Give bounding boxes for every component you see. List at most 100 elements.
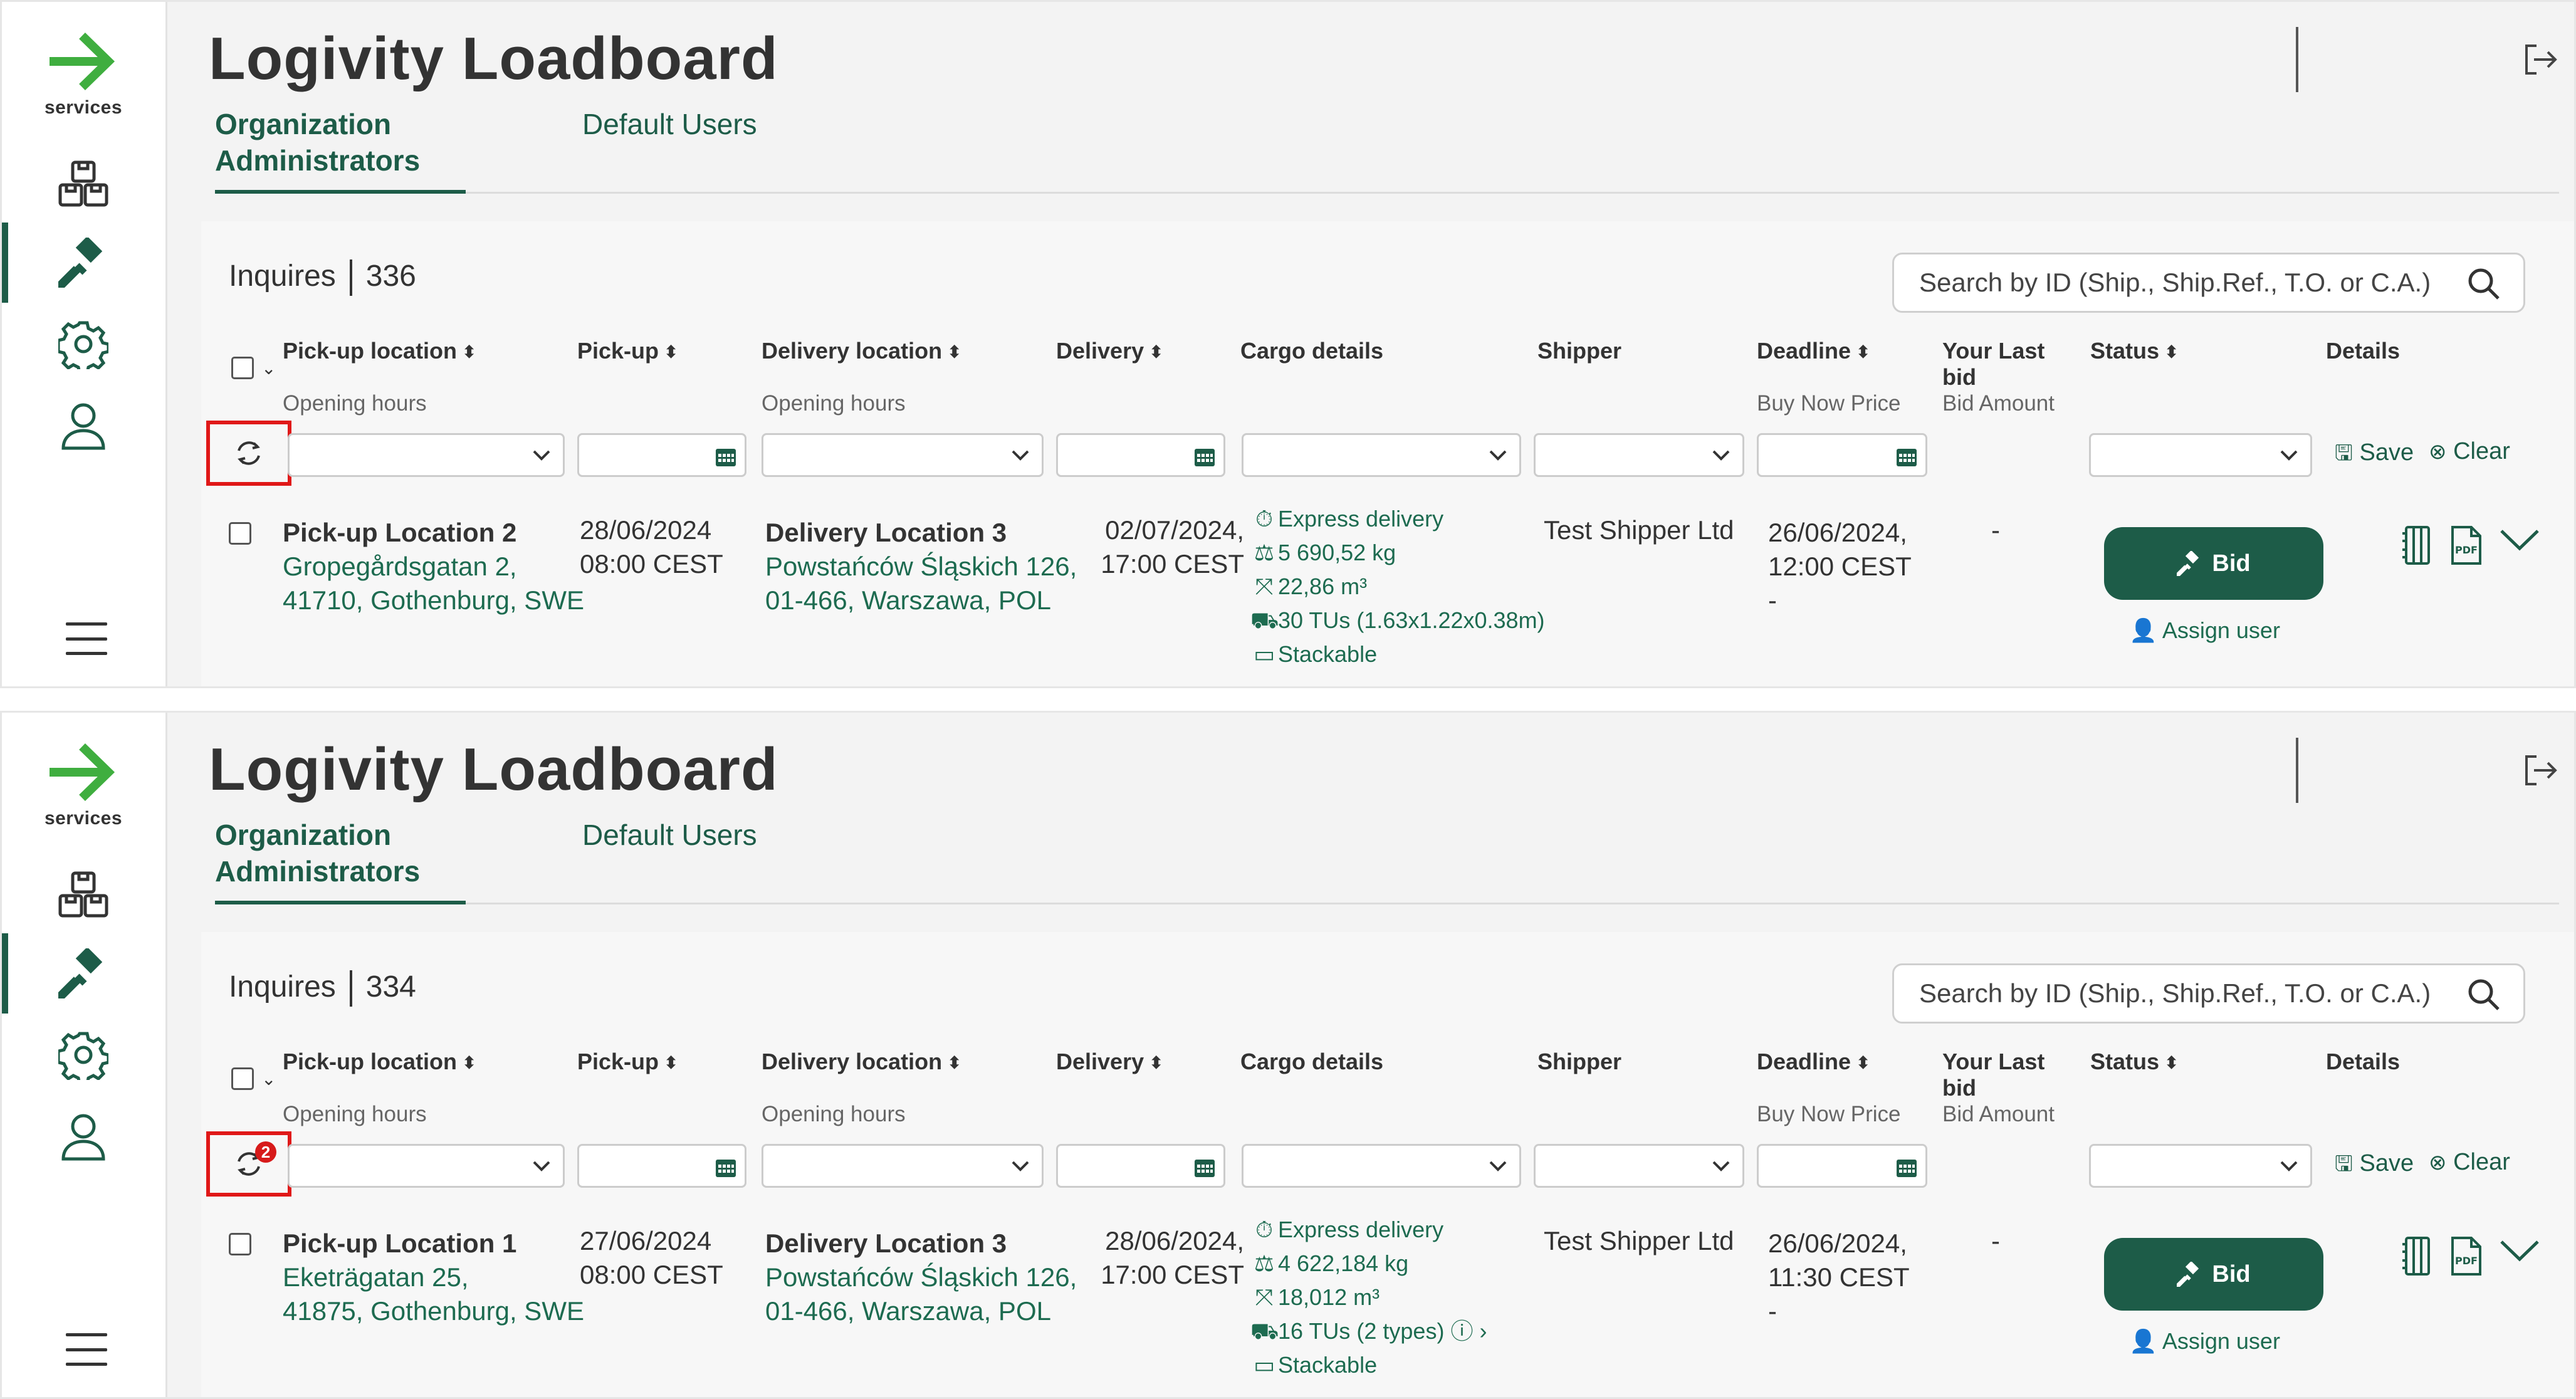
shipper-filter[interactable]	[1534, 1144, 1744, 1188]
sort-icon: ⬍	[462, 342, 477, 362]
tab-default-users[interactable]: Default Users	[582, 817, 757, 853]
tab-organization-administrators[interactable]: Organization Administrators	[215, 817, 466, 904]
boxes-icon[interactable]	[51, 862, 116, 927]
tab-default-users[interactable]: Default Users	[582, 106, 757, 142]
cargo-tus: ⛟30 TUs (1.63x1.22x0.38m)	[1250, 604, 1545, 637]
clear-filter-button[interactable]: ⊗ Clear	[2429, 1149, 2510, 1176]
sub-buy-now-price: Buy Now Price	[1757, 391, 1901, 416]
status-filter[interactable]	[2089, 1144, 2312, 1188]
deadline-date-filter[interactable]	[1757, 1144, 1927, 1188]
header-delivery[interactable]: Delivery ⬍	[1056, 1049, 1164, 1076]
user-icon[interactable]	[51, 1104, 116, 1169]
sub-bid-amount: Bid Amount	[1942, 1102, 2055, 1126]
select-all-checkbox[interactable]	[231, 1067, 254, 1090]
delivery-location-filter[interactable]	[762, 433, 1044, 477]
row-cargo-details: ⏱ Express delivery ⚖ 5 690,52 kg ⤧ 22,86 m³…	[1250, 502, 1545, 671]
logout-icon[interactable]	[2521, 752, 2559, 789]
select-all-chevron-icon[interactable]: ⌄	[261, 1069, 276, 1089]
header-deadline[interactable]: Deadline ⬍	[1757, 1049, 1871, 1076]
clear-filter-button[interactable]: ⊗ Clear	[2429, 438, 2510, 465]
row-delivery-location[interactable]: Delivery Location 3 Powstańców Śląskich …	[765, 1227, 1077, 1328]
header-pickup[interactable]: Pick-up ⬍	[577, 1049, 679, 1076]
gavel-icon	[2177, 1262, 2199, 1287]
pdf-icon[interactable]: PDF	[2449, 525, 2484, 566]
chevron-down-icon	[1489, 450, 1507, 461]
nav-active-indicator	[2, 933, 8, 1014]
pickup-date-filter[interactable]	[577, 1144, 746, 1188]
deadline-date-filter[interactable]	[1757, 433, 1927, 477]
document-columns-icon[interactable]	[2400, 1235, 2435, 1277]
search-input[interactable]	[1919, 965, 2452, 1022]
delivery-date-filter[interactable]	[1056, 433, 1225, 477]
sub-opening-hours-delivery: Opening hours	[762, 1102, 906, 1126]
boxes-icon[interactable]	[51, 151, 116, 216]
header-pickup-location[interactable]: Pick-up location ⬍	[283, 1049, 477, 1076]
pickup-address-line2: 41875, Gothenburg, SWE	[283, 1296, 584, 1326]
row-deadline: 26/06/2024, 11:30 CEST -	[1768, 1229, 1910, 1326]
delivery-date-filter[interactable]	[1056, 1144, 1225, 1188]
document-columns-icon[interactable]	[2400, 525, 2435, 566]
refresh-button[interactable]	[206, 421, 291, 486]
inquiries-heading: Inquires 336	[229, 259, 416, 296]
user-icon: 👤	[2129, 617, 2157, 643]
cargo-filter[interactable]	[1242, 1144, 1521, 1188]
search-input[interactable]	[1919, 254, 2452, 311]
pickup-location-filter[interactable]	[288, 433, 565, 477]
search-icon[interactable]	[2467, 978, 2501, 1012]
delivery-location-filter[interactable]	[762, 1144, 1044, 1188]
chevron-down-icon[interactable]	[2498, 525, 2542, 556]
header-pickup[interactable]: Pick-up ⬍	[577, 338, 679, 365]
tab-bar: Organization Administrators Default User…	[215, 106, 2559, 194]
status-filter[interactable]	[2089, 433, 2312, 477]
row-pickup-location[interactable]: Pick-up Location 1 Eketrägatan 25, 41875…	[283, 1227, 584, 1328]
row-pickup-location[interactable]: Pick-up Location 2 Gropegårdsgatan 2, 41…	[283, 516, 584, 617]
user-icon[interactable]	[51, 393, 116, 458]
row-checkbox[interactable]	[229, 522, 251, 545]
header-delivery-location[interactable]: Delivery location ⬍	[762, 1049, 962, 1076]
header-divider	[2296, 738, 2298, 803]
chevron-down-icon	[1012, 1161, 1029, 1171]
logout-icon[interactable]	[2521, 41, 2559, 78]
sort-icon: ⬍	[1856, 1053, 1871, 1073]
header-status[interactable]: Status ⬍	[2090, 1049, 2179, 1076]
gear-icon[interactable]	[51, 312, 116, 377]
pdf-icon[interactable]: PDF	[2449, 1235, 2484, 1277]
chevron-down-icon[interactable]	[2498, 1235, 2542, 1267]
logo-text: services	[44, 97, 123, 118]
save-filter-button[interactable]: 🖫 Save	[2335, 438, 2414, 474]
shipper-filter[interactable]	[1534, 433, 1744, 477]
refresh-button[interactable]: 2	[206, 1131, 291, 1197]
bid-button[interactable]: Bid	[2104, 527, 2323, 600]
search-icon[interactable]	[2467, 267, 2501, 301]
gavel-icon[interactable]	[51, 941, 116, 1006]
gear-icon[interactable]	[51, 1022, 116, 1087]
save-filter-button[interactable]: 🖫 Save	[2335, 1149, 2414, 1185]
row-checkbox[interactable]	[229, 1233, 251, 1255]
bid-button[interactable]: Bid	[2104, 1238, 2323, 1311]
header-deadline[interactable]: Deadline ⬍	[1757, 338, 1871, 365]
inquiries-count: 336	[365, 259, 416, 293]
gavel-icon[interactable]	[51, 230, 116, 295]
logo[interactable]: services	[39, 738, 127, 829]
menu-icon[interactable]	[66, 1333, 107, 1366]
header-divider	[2296, 27, 2298, 92]
header-delivery-location[interactable]: Delivery location ⬍	[762, 338, 962, 365]
assign-user-link[interactable]: 👤 Assign user	[2129, 1328, 2280, 1354]
sort-icon: ⬍	[1149, 342, 1164, 362]
cargo-filter[interactable]	[1242, 433, 1521, 477]
row-delivery-location[interactable]: Delivery Location 3 Powstańców Śląskich …	[765, 516, 1077, 617]
menu-icon[interactable]	[66, 622, 107, 655]
header-delivery[interactable]: Delivery ⬍	[1056, 338, 1164, 365]
header-status[interactable]: Status ⬍	[2090, 338, 2179, 365]
sort-icon: ⬍	[947, 342, 962, 362]
header-pickup-location[interactable]: Pick-up location ⬍	[283, 338, 477, 365]
select-all-checkbox[interactable]	[231, 357, 254, 379]
pickup-date-filter[interactable]	[577, 433, 746, 477]
select-all-chevron-icon[interactable]: ⌄	[261, 358, 276, 379]
assign-user-link[interactable]: 👤 Assign user	[2129, 617, 2280, 644]
tab-organization-administrators[interactable]: Organization Administrators	[215, 106, 466, 194]
logo[interactable]: services	[39, 27, 127, 118]
stack-icon: ▭	[1253, 641, 1275, 667]
pickup-location-filter[interactable]	[288, 1144, 565, 1188]
chevron-down-icon	[533, 1161, 550, 1171]
